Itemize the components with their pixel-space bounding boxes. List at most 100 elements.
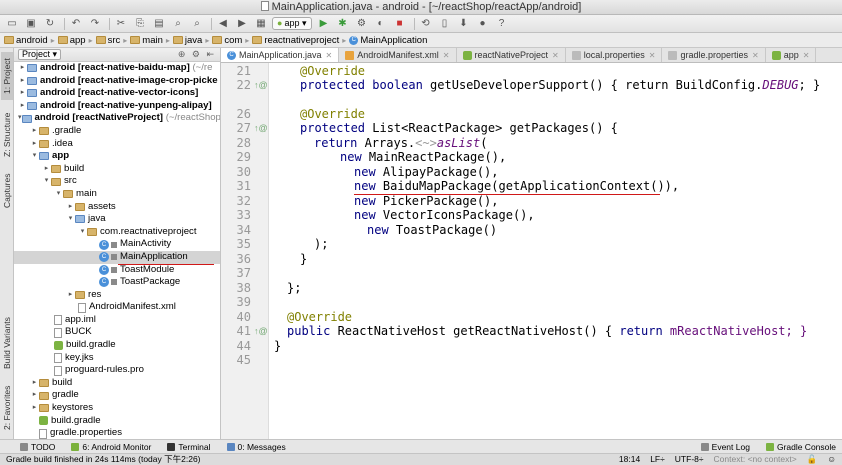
back-icon[interactable]: ◀ [215, 17, 231, 31]
tree-row[interactable]: ▾ android [reactNativeProject] (~/reactSh… [14, 112, 220, 125]
breadcrumb-item[interactable]: app ▸ [57, 35, 93, 46]
expand-arrow-icon[interactable]: ▸ [30, 138, 39, 151]
breadcrumb-item[interactable]: java ▸ [172, 35, 209, 46]
forward-icon[interactable]: ▶ [234, 17, 250, 31]
tool-tab-gradle-console[interactable]: Gradle Console [765, 442, 836, 452]
tool-tab-terminal[interactable]: Terminal [167, 442, 211, 452]
tree-row[interactable]: BUCK [14, 326, 220, 339]
expand-arrow-icon[interactable]: ▸ [30, 389, 39, 402]
cut-icon[interactable]: ✂ [113, 17, 129, 31]
breadcrumb-item[interactable]: android ▸ [4, 35, 55, 46]
sync-gradle-icon[interactable]: ⟲ [418, 17, 434, 31]
help-icon[interactable]: ? [494, 17, 510, 31]
close-icon[interactable]: ✕ [326, 51, 333, 60]
tree-row[interactable]: ▾ main [14, 188, 220, 201]
tree-row-selected[interactable]: C MainApplication [14, 250, 220, 264]
save-all-icon[interactable]: ▣ [23, 17, 39, 31]
close-icon[interactable]: ✕ [552, 51, 559, 60]
open-folder-icon[interactable]: ▭ [4, 17, 20, 31]
sync-icon[interactable]: ↻ [42, 17, 58, 31]
tree-row[interactable]: build.gradle [14, 415, 220, 428]
collapse-arrow-icon[interactable]: ▾ [78, 226, 87, 239]
tree-row[interactable]: ▸ res [14, 289, 220, 302]
undo-icon[interactable]: ↶ [68, 17, 84, 31]
copy-icon[interactable]: ⎘ [132, 17, 148, 31]
close-icon[interactable]: ✕ [803, 51, 810, 60]
tree-row[interactable]: ▾ java [14, 213, 220, 226]
tree-row[interactable]: ▸ android [react-native-vector-icons] [14, 87, 220, 100]
tree-row[interactable]: ▸ build [14, 377, 220, 390]
collapse-arrow-icon[interactable]: ▾ [54, 188, 63, 201]
collapse-arrow-icon[interactable]: ▾ [18, 112, 22, 125]
tool-tab-build-variants[interactable]: Build Variants [1, 314, 13, 372]
tool-tab-event-log[interactable]: Event Log [700, 442, 750, 452]
make-project-icon[interactable]: ▦ [253, 17, 269, 31]
tab-local-properties[interactable]: local.properties ✕ [566, 48, 663, 62]
expand-arrow-icon[interactable]: ▸ [30, 377, 39, 390]
hector-icon[interactable]: ☺ [827, 454, 836, 465]
collapse-arrow-icon[interactable]: ▾ [42, 175, 51, 188]
close-icon[interactable]: ✕ [752, 51, 759, 60]
tree-row[interactable]: ▸ android [react-native-baidu-map] (~/re [14, 62, 220, 75]
tool-tab-captures[interactable]: Captures [1, 170, 13, 212]
tree-row[interactable]: C ToastPackage [14, 276, 220, 289]
run-icon[interactable]: ▶ [316, 17, 332, 31]
tree-row[interactable]: app.iml [14, 314, 220, 327]
tool-tab-android-monitor[interactable]: 6: Android Monitor [71, 442, 151, 452]
tree-row[interactable]: ▸ android [react-native-image-crop-picke [14, 75, 220, 88]
tree-row[interactable]: gradle.properties [14, 427, 220, 439]
tree-row[interactable]: proguard-rules.pro [14, 364, 220, 377]
redo-icon[interactable]: ↷ [87, 17, 103, 31]
expand-arrow-icon[interactable]: ▸ [66, 201, 75, 214]
line-separator[interactable]: LF÷ [650, 454, 665, 465]
tab-main-application[interactable]: C MainApplication.java ✕ [221, 48, 340, 62]
tab-android-manifest[interactable]: AndroidManifest.xml ✕ [339, 48, 457, 62]
replace-icon[interactable]: ⌕ [189, 17, 205, 31]
tree-row[interactable]: ▸ build [14, 163, 220, 176]
override-marker-icon[interactable]: ↑@ [254, 326, 268, 336]
tree-row[interactable]: ▸ .idea [14, 138, 220, 151]
expand-arrow-icon[interactable]: ▸ [66, 289, 75, 302]
caret-position[interactable]: 18:14 [619, 454, 640, 465]
expand-arrow-icon[interactable]: ▸ [18, 75, 27, 88]
avd-manager-icon[interactable]: ▯ [437, 17, 453, 31]
close-icon[interactable]: ✕ [649, 51, 656, 60]
tab-app[interactable]: app ✕ [766, 48, 817, 62]
coverage-icon[interactable]: ◐ [373, 17, 389, 31]
breadcrumb-item[interactable]: src ▸ [95, 35, 127, 46]
tree-row[interactable]: ▸ keystores [14, 402, 220, 415]
tool-tab-todo[interactable]: TODO [20, 442, 55, 452]
tree-row[interactable]: build.gradle [14, 339, 220, 352]
collapse-arrow-icon[interactable]: ▾ [66, 213, 75, 226]
sdk-manager-icon[interactable]: ⬇ [456, 17, 472, 31]
run-config-dropdown[interactable]: ● app ▾ [272, 17, 312, 30]
tree-row[interactable]: key.jks [14, 352, 220, 365]
expand-arrow-icon[interactable]: ▸ [30, 402, 39, 415]
attach-icon[interactable]: ⚙ [354, 17, 370, 31]
breadcrumb-item[interactable]: C MainApplication [349, 35, 427, 46]
tree-row[interactable]: ▾ com.reactnativeproject [14, 226, 220, 239]
close-icon[interactable]: ✕ [443, 51, 450, 60]
tree-row[interactable]: ▸ android [react-native-yunpeng-alipay] [14, 100, 220, 113]
expand-arrow-icon[interactable]: ▸ [18, 100, 27, 113]
tree-row[interactable]: AndroidManifest.xml [14, 301, 220, 314]
tree-row[interactable]: ▾ app [14, 150, 220, 163]
expand-arrow-icon[interactable]: ▸ [42, 163, 51, 176]
tool-tab-project[interactable]: 1: Project [1, 52, 13, 100]
breadcrumb-item[interactable]: com ▸ [212, 35, 249, 46]
tab-gradle-properties[interactable]: gradle.properties ✕ [662, 48, 766, 62]
tree-row[interactable]: ▾ src [14, 175, 220, 188]
tree-row[interactable]: ▸ .gradle [14, 125, 220, 138]
tool-tab-messages[interactable]: 0: Messages [226, 442, 286, 452]
debug-icon[interactable]: ✱ [335, 17, 351, 31]
tab-react-native-project[interactable]: reactNativeProject ✕ [457, 48, 566, 62]
project-view-selector[interactable]: Project ▾ [18, 49, 62, 60]
expand-arrow-icon[interactable]: ▸ [18, 62, 27, 75]
breadcrumb-item[interactable]: reactnativeproject ▸ [252, 35, 346, 46]
expand-arrow-icon[interactable]: ▸ [18, 87, 27, 100]
tree-row[interactable]: ▸ gradle [14, 389, 220, 402]
tool-tab-structure[interactable]: Z: Structure [1, 108, 13, 162]
override-marker-icon[interactable]: ↑@ [254, 80, 268, 90]
tree-row[interactable]: ▸ assets [14, 201, 220, 214]
panel-settings-icon[interactable]: ⊕ ⚙ ⇤ [178, 49, 216, 60]
